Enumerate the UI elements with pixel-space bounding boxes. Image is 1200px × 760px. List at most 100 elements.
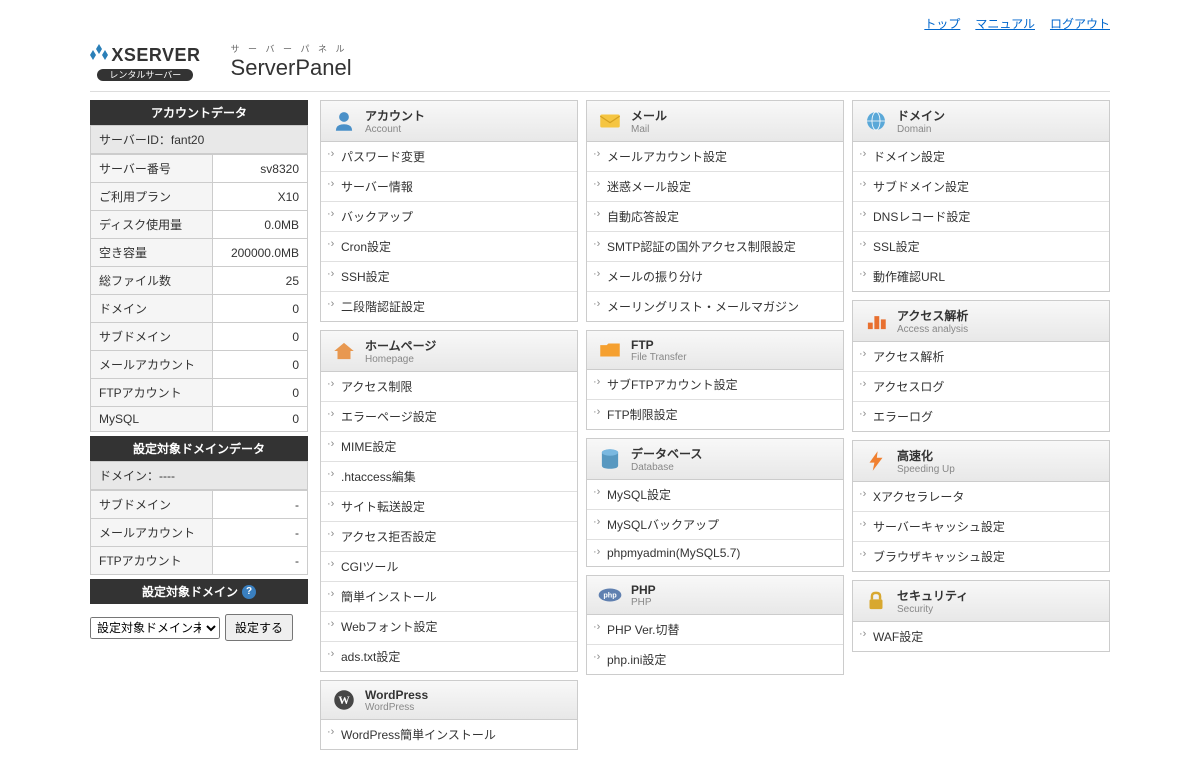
menu-item[interactable]: 二段階認証設定 bbox=[321, 292, 577, 321]
server-id-row: サーバーID：fant20 bbox=[90, 125, 308, 154]
table-row-value: 0 bbox=[212, 407, 307, 432]
header: XSERVER レンタルサーバー サ ー バ ー パ ネ ル ServerPan… bbox=[90, 37, 1110, 92]
ftp-icon bbox=[597, 337, 623, 363]
menu-item[interactable]: ドメイン設定 bbox=[853, 142, 1109, 172]
menu-item[interactable]: php.ini設定 bbox=[587, 645, 843, 674]
menu-item[interactable]: パスワード変更 bbox=[321, 142, 577, 172]
table-row-label: ご利用プラン bbox=[91, 183, 213, 211]
category-title-en: WordPress bbox=[365, 702, 428, 713]
category-wordpress: WWordPressWordPressWordPress簡単インストール bbox=[320, 680, 578, 750]
menu-item[interactable]: バックアップ bbox=[321, 202, 577, 232]
domain-table: サブドメイン-メールアカウント-FTPアカウント- bbox=[90, 490, 308, 575]
menu-item[interactable]: .htaccess編集 bbox=[321, 462, 577, 492]
category-php: phpPHPPHPPHP Ver.切替php.ini設定 bbox=[586, 575, 844, 675]
menu-item[interactable]: CGIツール bbox=[321, 552, 577, 582]
menu-item[interactable]: アクセス拒否設定 bbox=[321, 522, 577, 552]
menu-item[interactable]: サブドメイン設定 bbox=[853, 172, 1109, 202]
menu-item[interactable]: DNSレコード設定 bbox=[853, 202, 1109, 232]
target-domain-header: 設定対象ドメイン ? bbox=[90, 579, 308, 604]
menu-item[interactable]: アクセスログ bbox=[853, 372, 1109, 402]
menu-item[interactable]: サーバーキャッシュ設定 bbox=[853, 512, 1109, 542]
category-account: アカウントAccountパスワード変更サーバー情報バックアップCron設定SSH… bbox=[320, 100, 578, 322]
table-row-value: - bbox=[212, 547, 307, 575]
menu-item[interactable]: 簡単インストール bbox=[321, 582, 577, 612]
category-header: 高速化Speeding Up bbox=[853, 441, 1109, 482]
homepage-icon bbox=[331, 338, 357, 364]
menu-item[interactable]: 迷惑メール設定 bbox=[587, 172, 843, 202]
menu-item[interactable]: 自動応答設定 bbox=[587, 202, 843, 232]
menu-item[interactable]: Cron設定 bbox=[321, 232, 577, 262]
menu-item[interactable]: アクセス解析 bbox=[853, 342, 1109, 372]
menu-item[interactable]: ads.txt設定 bbox=[321, 642, 577, 671]
category-title-jp: FTP bbox=[631, 338, 687, 352]
manual-link[interactable]: マニュアル bbox=[975, 15, 1035, 32]
menu-item[interactable]: アクセス制限 bbox=[321, 372, 577, 402]
svg-text:php: php bbox=[603, 590, 617, 599]
set-button[interactable]: 設定する bbox=[225, 614, 293, 641]
sidebar: アカウントデータ サーバーID：fant20 サーバー番号sv8320ご利用プラ… bbox=[90, 100, 308, 750]
category-header: アカウントAccount bbox=[321, 101, 577, 142]
category-title-jp: ホームページ bbox=[365, 337, 436, 354]
menu-item[interactable]: MySQLバックアップ bbox=[587, 510, 843, 540]
menu-item[interactable]: Webフォント設定 bbox=[321, 612, 577, 642]
menu-item[interactable]: ブラウザキャッシュ設定 bbox=[853, 542, 1109, 571]
domain-icon bbox=[863, 108, 889, 134]
category-title-en: Mail bbox=[631, 124, 667, 135]
table-row-label: ドメイン bbox=[91, 295, 213, 323]
menu-item[interactable]: サイト転送設定 bbox=[321, 492, 577, 522]
table-row-label: FTPアカウント bbox=[91, 547, 213, 575]
logo-area: XSERVER レンタルサーバー bbox=[90, 43, 201, 81]
category-title-jp: アクセス解析 bbox=[897, 307, 968, 324]
brand-name: XSERVER bbox=[111, 45, 200, 65]
wordpress-icon: W bbox=[331, 687, 357, 713]
panel-kana: サ ー バ ー パ ネ ル bbox=[231, 42, 610, 55]
security-icon bbox=[863, 588, 889, 614]
menu-item[interactable]: MySQL設定 bbox=[587, 480, 843, 510]
help-icon[interactable]: ? bbox=[242, 585, 256, 599]
domain-selector: 設定対象ドメイン未設 設定する bbox=[90, 604, 308, 651]
menu-item[interactable]: SSL設定 bbox=[853, 232, 1109, 262]
menu-item[interactable]: エラーログ bbox=[853, 402, 1109, 431]
category-header: データベースDatabase bbox=[587, 439, 843, 480]
category-title-jp: 高速化 bbox=[897, 447, 955, 464]
table-row-value: 0 bbox=[212, 295, 307, 323]
table-row-value: 25 bbox=[212, 267, 307, 295]
table-row-label: サブドメイン bbox=[91, 491, 213, 519]
category-header: ホームページHomepage bbox=[321, 331, 577, 372]
menu-item[interactable]: MIME設定 bbox=[321, 432, 577, 462]
table-row-label: サブドメイン bbox=[91, 323, 213, 351]
menu-item[interactable]: メールアカウント設定 bbox=[587, 142, 843, 172]
menu-item[interactable]: Xアクセラレータ bbox=[853, 482, 1109, 512]
menu-item[interactable]: phpmyadmin(MySQL5.7) bbox=[587, 540, 843, 566]
category-header: セキュリティSecurity bbox=[853, 581, 1109, 622]
menu-item[interactable]: 動作確認URL bbox=[853, 262, 1109, 291]
menu-item[interactable]: WAF設定 bbox=[853, 622, 1109, 651]
menu-item[interactable]: SMTP認証の国外アクセス制限設定 bbox=[587, 232, 843, 262]
domain-row: ドメイン：---- bbox=[90, 461, 308, 490]
menu-item[interactable]: メールの振り分け bbox=[587, 262, 843, 292]
category-mail: メールMailメールアカウント設定迷惑メール設定自動応答設定SMTP認証の国外ア… bbox=[586, 100, 844, 322]
domain-value: ---- bbox=[159, 469, 175, 483]
table-row-value: - bbox=[212, 491, 307, 519]
top-link[interactable]: トップ bbox=[924, 15, 960, 32]
menu-item[interactable]: サブFTPアカウント設定 bbox=[587, 370, 843, 400]
category-domain: ドメインDomainドメイン設定サブドメイン設定DNSレコード設定SSL設定動作… bbox=[852, 100, 1110, 292]
database-icon bbox=[597, 446, 623, 472]
menu-item[interactable]: サーバー情報 bbox=[321, 172, 577, 202]
menu-item[interactable]: WordPress簡単インストール bbox=[321, 720, 577, 749]
table-row-value: 0 bbox=[212, 351, 307, 379]
menu-item[interactable]: メーリングリスト・メールマガジン bbox=[587, 292, 843, 321]
menu-item[interactable]: PHP Ver.切替 bbox=[587, 615, 843, 645]
menu-item[interactable]: FTP制限設定 bbox=[587, 400, 843, 429]
svg-text:W: W bbox=[338, 695, 350, 707]
menu-item[interactable]: エラーページ設定 bbox=[321, 402, 577, 432]
category-header: FTPFile Transfer bbox=[587, 331, 843, 370]
category-title-en: Database bbox=[631, 462, 702, 473]
logout-link[interactable]: ログアウト bbox=[1050, 15, 1110, 32]
domain-select[interactable]: 設定対象ドメイン未設 bbox=[90, 617, 220, 639]
menu-item[interactable]: SSH設定 bbox=[321, 262, 577, 292]
category-header: phpPHPPHP bbox=[587, 576, 843, 615]
category-title-jp: ドメイン bbox=[897, 107, 945, 124]
category-title-en: Homepage bbox=[365, 354, 436, 365]
table-row-value: - bbox=[212, 519, 307, 547]
